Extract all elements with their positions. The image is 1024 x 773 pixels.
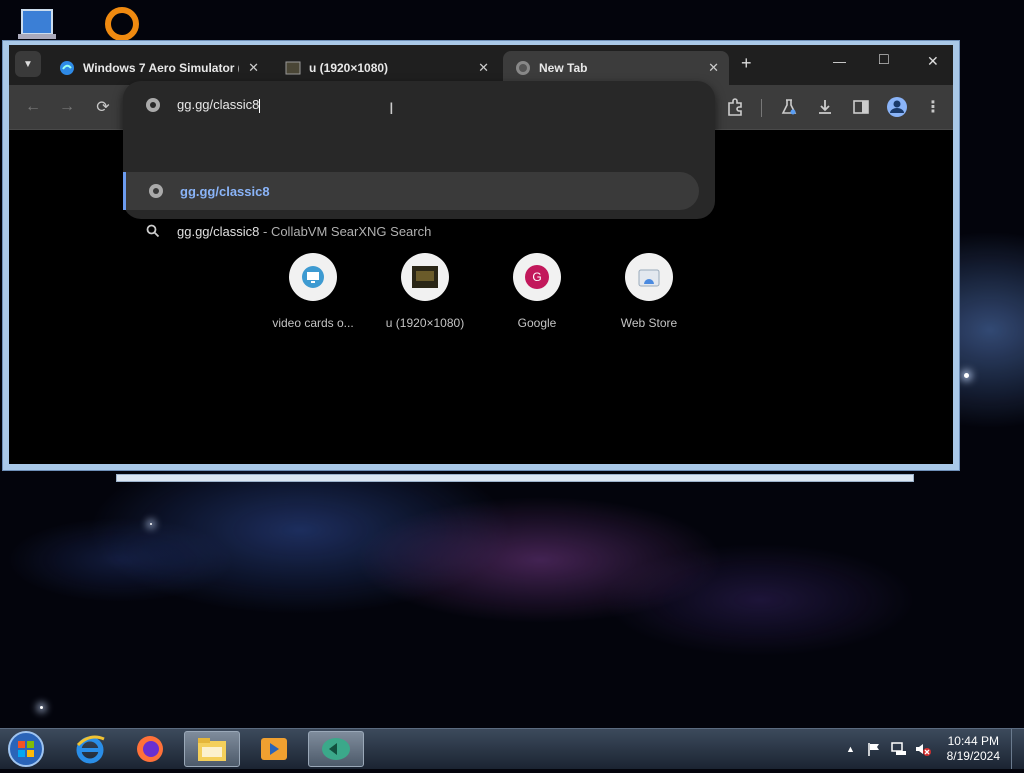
taskbar-firefox[interactable] bbox=[122, 731, 178, 767]
start-button[interactable] bbox=[6, 730, 46, 768]
taskbar-internet-explorer[interactable] bbox=[62, 731, 118, 767]
close-tab-icon[interactable]: ✕ bbox=[248, 60, 259, 76]
tab-search-button[interactable]: ▼ bbox=[15, 51, 41, 77]
tab-label: Windows 7 Aero Simulator (I bbox=[83, 61, 239, 75]
chevron-down-icon: ▼ bbox=[23, 58, 33, 70]
shortcut-video-cards[interactable]: video cards o... bbox=[263, 253, 363, 330]
omnibox-dropdown: gg.gg/classic8 Ι gg.gg/classic8 gg.gg/cl… bbox=[123, 81, 715, 239]
firefox-icon bbox=[137, 736, 163, 762]
globe-icon bbox=[146, 98, 160, 112]
webstore-icon bbox=[625, 253, 673, 301]
tray-overflow-arrow[interactable]: ▲ bbox=[846, 744, 855, 754]
toolbar-divider bbox=[761, 99, 762, 117]
text-caret bbox=[259, 98, 261, 113]
minimize-button[interactable]: — bbox=[833, 54, 846, 69]
tab-label: u (1920×1080) bbox=[309, 61, 389, 75]
orange-app-desktop-icon[interactable] bbox=[104, 6, 140, 41]
suggestion-text: gg.gg/classic8 bbox=[180, 183, 270, 199]
extensions-icon[interactable] bbox=[723, 95, 747, 119]
download-icon[interactable] bbox=[813, 95, 837, 119]
thumbnail-favicon-icon bbox=[285, 61, 301, 75]
clock-date: 8/19/2024 bbox=[946, 749, 1000, 763]
shortcut-label: u (1920×1080) bbox=[385, 316, 465, 330]
search-icon bbox=[146, 224, 160, 238]
taskbar-file-explorer[interactable] bbox=[184, 731, 240, 767]
browser-window: ▼ Windows 7 Aero Simulator (I ✕ u (1920×… bbox=[2, 40, 960, 471]
taskbar-collabvm[interactable] bbox=[308, 731, 364, 767]
shortcut-label: Google bbox=[517, 316, 557, 330]
collabvm-icon bbox=[322, 738, 350, 760]
star bbox=[40, 706, 43, 709]
globe-favicon-icon bbox=[516, 61, 530, 75]
internet-explorer-icon bbox=[76, 735, 105, 764]
clock-time: 10:44 PM bbox=[947, 734, 999, 748]
tab-windows7-aero[interactable]: Windows 7 Aero Simulator (I ✕ bbox=[47, 51, 269, 85]
thumbnail-icon bbox=[401, 253, 449, 301]
text-cursor-icon: Ι bbox=[389, 99, 394, 118]
close-tab-icon[interactable]: ✕ bbox=[478, 60, 489, 76]
suggestion-search[interactable]: gg.gg/classic8 - CollabVM SearXNG Search bbox=[123, 212, 699, 250]
taskbar-media-player[interactable] bbox=[246, 731, 302, 767]
media-player-icon bbox=[261, 738, 287, 760]
shortcut-google[interactable]: G Google bbox=[487, 253, 587, 330]
close-window-button[interactable]: ✕ bbox=[927, 53, 939, 70]
network-icon[interactable] bbox=[890, 741, 908, 757]
labs-flask-icon[interactable] bbox=[777, 95, 801, 119]
tab-u-1920[interactable]: u (1920×1080) ✕ bbox=[273, 51, 499, 85]
show-desktop-button[interactable] bbox=[1011, 729, 1024, 769]
browser-content: ▼ Windows 7 Aero Simulator (I ✕ u (1920×… bbox=[9, 45, 953, 464]
side-panel-icon[interactable] bbox=[849, 95, 873, 119]
google-g-icon: G bbox=[513, 253, 561, 301]
action-center-flag-icon[interactable] bbox=[866, 741, 882, 757]
new-tab-button[interactable]: + bbox=[741, 53, 752, 74]
tab-strip: ▼ Windows 7 Aero Simulator (I ✕ u (1920×… bbox=[9, 45, 953, 85]
suggestion-url[interactable]: gg.gg/classic8 bbox=[123, 172, 699, 210]
forward-button[interactable]: → bbox=[55, 95, 79, 119]
computer-desktop-icon[interactable] bbox=[14, 6, 62, 40]
star bbox=[964, 373, 969, 378]
tab-new-tab[interactable]: New Tab ✕ bbox=[503, 51, 729, 85]
edge-favicon-icon bbox=[60, 61, 74, 75]
star bbox=[150, 523, 152, 525]
profile-avatar-icon[interactable] bbox=[885, 95, 909, 119]
suggestion-text: gg.gg/classic8 - CollabVM SearXNG Search bbox=[177, 223, 432, 239]
maximize-button[interactable]: □ bbox=[879, 51, 889, 69]
monitor-icon bbox=[289, 253, 337, 301]
shortcut-web-store[interactable]: Web Store bbox=[599, 253, 699, 330]
back-button[interactable]: ← bbox=[21, 95, 45, 119]
shortcut-label: Web Store bbox=[620, 316, 678, 330]
folder-icon bbox=[198, 738, 226, 761]
volume-muted-icon[interactable] bbox=[914, 741, 932, 757]
close-tab-icon[interactable]: ✕ bbox=[708, 60, 719, 76]
tab-label: New Tab bbox=[539, 61, 588, 75]
globe-icon bbox=[149, 184, 163, 198]
more-menu-icon[interactable]: ⋮ bbox=[921, 95, 945, 119]
window-shadow-bar bbox=[116, 474, 914, 482]
address-input[interactable]: gg.gg/classic8 bbox=[177, 97, 261, 113]
shortcut-label: video cards o... bbox=[272, 316, 354, 330]
reload-button[interactable]: ⟳ bbox=[91, 95, 115, 119]
taskbar: ▲ 10:44 PM 8/19/2024 bbox=[0, 728, 1024, 769]
clock[interactable]: 10:44 PM 8/19/2024 bbox=[947, 734, 1000, 764]
shortcut-u-1920[interactable]: u (1920×1080) bbox=[375, 253, 475, 330]
